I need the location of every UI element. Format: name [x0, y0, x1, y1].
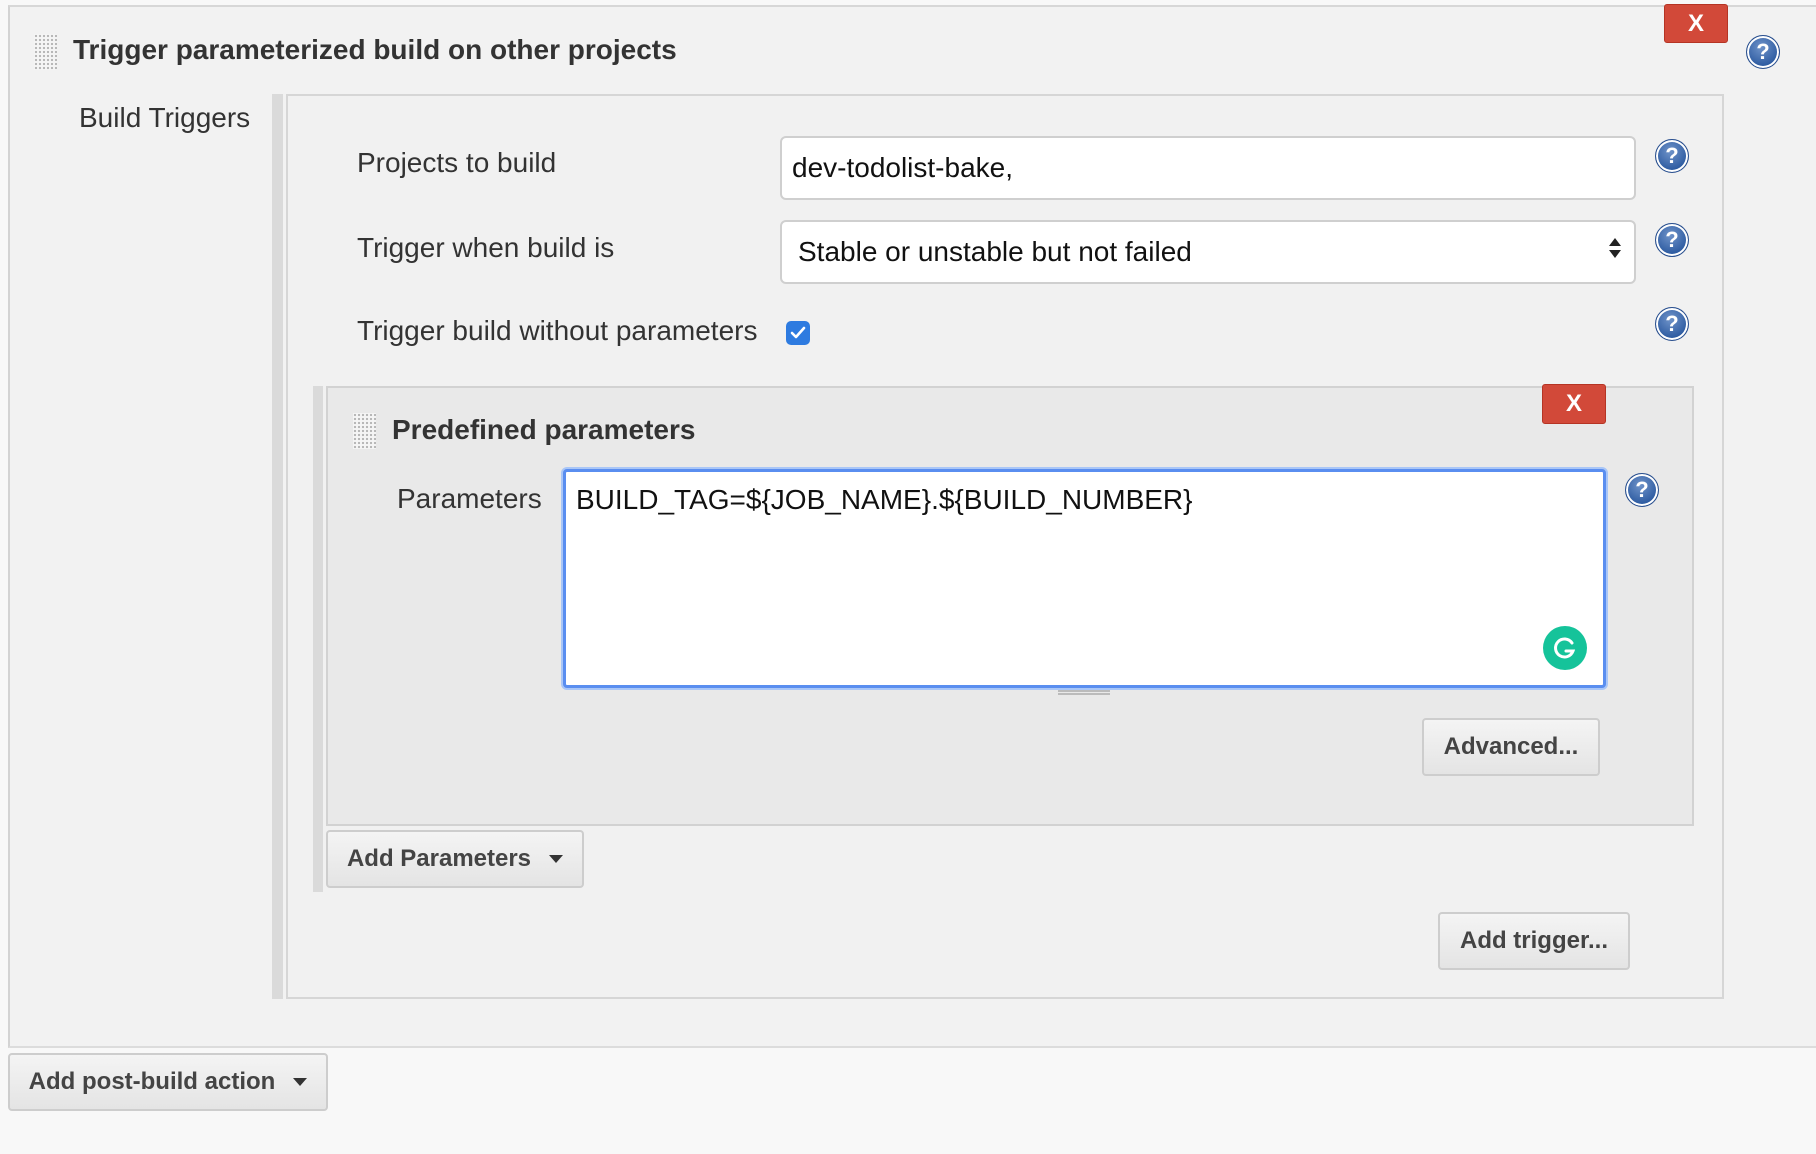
add-parameters-label: Add Parameters [346, 845, 532, 872]
parameters-label: Parameters [397, 483, 542, 514]
delete-step-button[interactable]: X [1664, 4, 1728, 43]
predefined-drag-handle-icon[interactable] [353, 413, 376, 449]
projects-to-build-label: Projects to build [357, 147, 557, 178]
checkmark-icon [790, 326, 806, 339]
trigger-when-label: Trigger when build is [357, 232, 615, 263]
trigger-when-help-icon[interactable]: ? [1655, 223, 1689, 257]
step-help-icon[interactable]: ? [1746, 35, 1780, 69]
build-triggers-label: Build Triggers [79, 102, 251, 133]
trigger-when-select[interactable]: Stable or unstable but not failed [780, 220, 1636, 284]
parameters-help-icon[interactable]: ? [1625, 473, 1659, 507]
advanced-button[interactable]: Advanced... [1422, 718, 1600, 776]
add-trigger-button[interactable]: Add trigger... [1438, 912, 1630, 970]
parameters-textarea-value: BUILD_TAG=${JOB_NAME}.${BUILD_NUMBER} [576, 484, 1193, 515]
add-post-build-action-label: Add post-build action [28, 1068, 276, 1095]
trigger-without-params-checkbox[interactable] [786, 321, 810, 345]
caret-down-icon [293, 1078, 308, 1086]
select-arrows-icon [1609, 238, 1621, 258]
projects-help-icon[interactable]: ? [1655, 139, 1689, 173]
parameters-textarea[interactable]: BUILD_TAG=${JOB_NAME}.${BUILD_NUMBER} [563, 469, 1606, 688]
grammarly-icon[interactable] [1543, 626, 1587, 670]
delete-predefined-parameters-button[interactable]: X [1542, 384, 1606, 424]
projects-to-build-input[interactable]: dev-todolist-bake, [780, 136, 1636, 200]
trigger-when-selected-value: Stable or unstable but not failed [798, 236, 1192, 267]
caret-down-icon [549, 855, 564, 863]
add-post-build-action-button[interactable]: Add post-build action [8, 1053, 328, 1111]
step-title: Trigger parameterized build on other pro… [73, 34, 677, 65]
predefined-parameters-title: Predefined parameters [392, 414, 696, 445]
add-parameters-button[interactable]: Add Parameters [326, 830, 584, 888]
triggers-group-bar [272, 94, 283, 999]
trigger-without-params-label: Trigger build without parameters [357, 315, 758, 346]
trigger-without-params-help-icon[interactable]: ? [1655, 307, 1689, 341]
textarea-resize-handle[interactable] [1058, 690, 1110, 695]
parameters-group-bar [313, 386, 323, 892]
drag-handle-icon[interactable] [34, 34, 57, 70]
